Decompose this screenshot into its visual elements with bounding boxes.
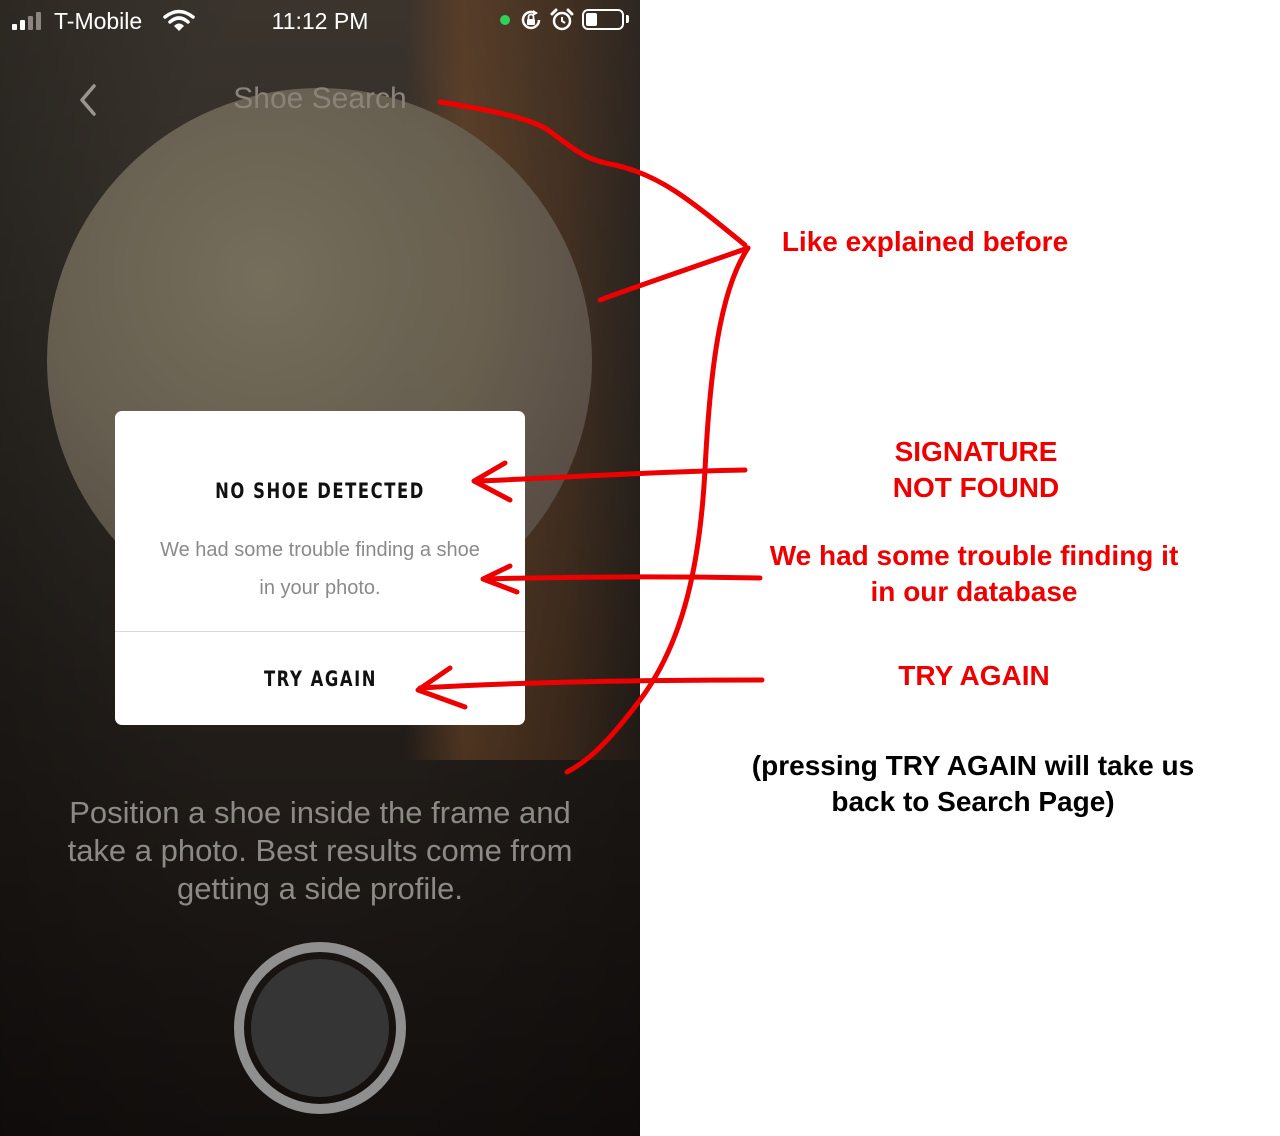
phone-screen: T-Mobile 11:12 PM Shoe Search NO SHOE DE… — [0, 0, 640, 1136]
annotation-trouble-line2: in our database — [870, 576, 1078, 607]
annotation-like-explained: Like explained before — [781, 226, 1069, 257]
annotation-note-line1: (pressing TRY AGAIN will take us — [751, 750, 1195, 781]
annotation-signature-line1: SIGNATURE — [894, 436, 1058, 467]
orientation-lock-icon — [521, 10, 541, 30]
shutter-inner — [251, 959, 389, 1097]
annotation-try-again: TRY AGAIN — [898, 660, 1050, 691]
shutter-button[interactable] — [234, 942, 406, 1114]
alarm-icon — [550, 8, 574, 31]
dialog-title: NO SHOE DETECTED — [215, 479, 425, 503]
status-time: 11:12 PM — [271, 8, 369, 34]
annotation-note-line2: back to Search Page) — [831, 786, 1115, 817]
status-bar: T-Mobile 11:12 PM — [0, 0, 640, 42]
page-title: Shoe Search — [233, 82, 407, 115]
try-again-button[interactable]: TRY AGAIN — [115, 632, 525, 725]
no-shoe-dialog: NO SHOE DETECTED We had some trouble fin… — [115, 411, 525, 725]
try-again-label: TRY AGAIN — [263, 666, 377, 691]
instructions-text: Position a shoe inside the frame and tak… — [67, 795, 573, 906]
annotation-trouble-line1: We had some trouble finding it — [769, 540, 1179, 571]
battery-icon — [582, 9, 624, 30]
dialog-message: We had some trouble finding a shoe in yo… — [160, 539, 480, 599]
annotation-signature-line2: NOT FOUND — [892, 472, 1060, 503]
camera-in-use-dot — [500, 15, 510, 25]
